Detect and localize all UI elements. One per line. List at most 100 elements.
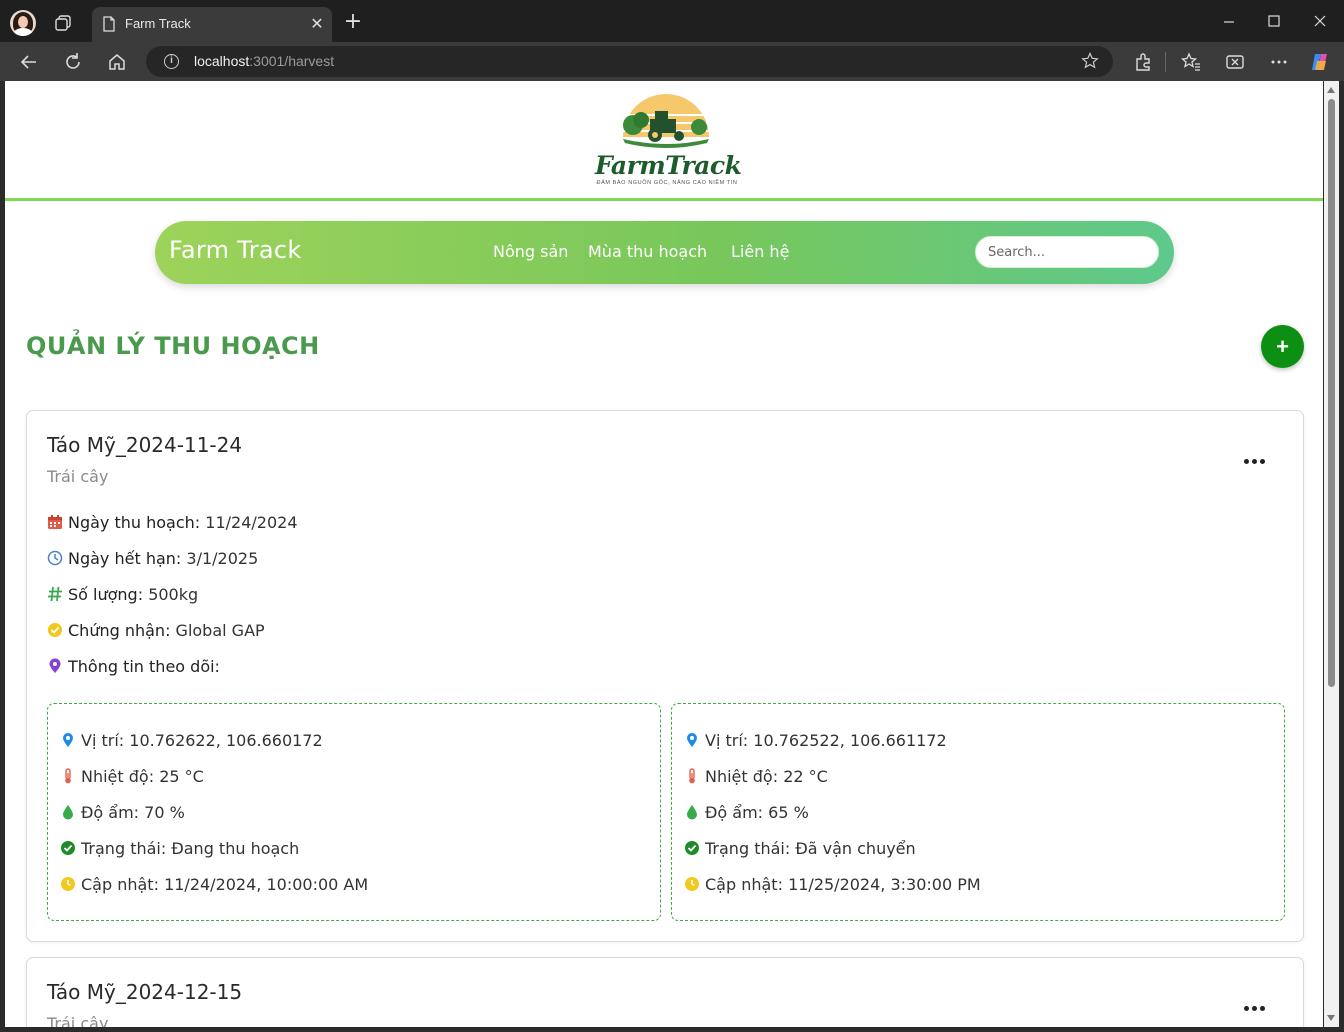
updated-value: 11/25/2024, 3:30:00 PM: [788, 875, 981, 894]
map-pin-icon: [49, 658, 61, 673]
browser-titlebar: Farm Track ✕ +: [0, 0, 1344, 42]
workspaces-icon[interactable]: [54, 14, 72, 32]
updated-value: 11/24/2024, 10:00:00 AM: [164, 875, 369, 894]
updated-label: Cập nhật:: [81, 875, 159, 894]
harvest-name: Táo Mỹ_2024-11-24: [47, 433, 243, 457]
site-header: FarmTrack ĐẢM BẢO NGUỒN GỐC, NÂNG CAO NI…: [5, 81, 1323, 201]
tracking-label: Thông tin theo dõi:: [68, 657, 220, 676]
quantity-value: 500kg: [148, 585, 199, 604]
temperature-label: Nhiệt độ:: [81, 767, 155, 786]
more-menu-icon[interactable]: [1268, 51, 1290, 73]
url-host: localhost: [194, 53, 250, 69]
humidity-value: 70 %: [144, 803, 185, 822]
page-favicon-icon: [103, 16, 115, 32]
temperature-value: 25 °C: [159, 767, 204, 786]
update-clock-icon: [61, 877, 75, 891]
temperature-label: Nhiệt độ:: [705, 767, 779, 786]
refresh-icon[interactable]: [62, 51, 84, 73]
humidity-label: Độ ẩm:: [81, 803, 140, 822]
clock-icon: [47, 550, 63, 566]
more-options-icon[interactable]: [1243, 451, 1273, 471]
copilot-icon[interactable]: [1309, 51, 1331, 73]
location-label: Vị trí:: [81, 731, 125, 750]
favorite-star-icon[interactable]: [1081, 52, 1099, 70]
logo-emblem-icon: [622, 94, 710, 148]
location-value: 10.762622, 106.660172: [129, 731, 323, 750]
location-value: 10.762522, 106.661172: [753, 731, 947, 750]
harvest-date-label: Ngày thu hoạch:: [68, 513, 201, 532]
status-row: Trạng thái: Đang thu hoạch: [60, 839, 299, 858]
url-path: :3001/harvest: [249, 53, 335, 69]
humidity-label: Độ ẩm:: [705, 803, 764, 822]
thermometer-icon: [689, 768, 695, 784]
close-tab-icon[interactable]: ✕: [307, 14, 327, 34]
add-harvest-button[interactable]: +: [1261, 325, 1304, 368]
certification-row: Chứng nhận: Global GAP: [47, 621, 265, 640]
update-clock-icon: [685, 877, 699, 891]
farmtrack-logo[interactable]: FarmTrack ĐẢM BẢO NGUỒN GỐC, NÂNG CAO NI…: [595, 93, 745, 189]
harvest-date-value: 11/24/2024: [205, 513, 298, 532]
updated-row: Cập nhật: 11/24/2024, 10:00:00 AM: [60, 875, 368, 894]
search-input[interactable]: [975, 236, 1159, 268]
scroll-up-arrow-icon[interactable]: [1327, 87, 1335, 93]
address-bar[interactable]: i localhost:3001/harvest: [146, 46, 1113, 77]
page-viewport: FarmTrack ĐẢM BẢO NGUỒN GỐC, NÂNG CAO NI…: [5, 81, 1323, 1027]
avatar-face: [18, 16, 28, 28]
page-scrollbar[interactable]: [1324, 81, 1339, 1027]
logo-tagline: ĐẢM BẢO NGUỒN GỐC, NÂNG CAO NIỀM TIN: [596, 180, 738, 186]
favorites-icon[interactable]: [1180, 51, 1202, 73]
humidity-value: 65 %: [768, 803, 809, 822]
water-drop-icon: [63, 805, 73, 820]
nav-link-nong-san[interactable]: Nông sản: [493, 242, 568, 261]
scroll-down-arrow-icon[interactable]: [1327, 1015, 1335, 1021]
updated-label: Cập nhật:: [705, 875, 783, 894]
location-pin-icon: [687, 733, 697, 747]
temperature-row: Nhiệt độ: 22 °C: [684, 767, 828, 786]
url-text[interactable]: localhost:3001/harvest: [194, 53, 334, 69]
site-info-icon[interactable]: i: [164, 54, 179, 69]
water-drop-icon: [687, 805, 697, 820]
extensions-icon[interactable]: [1132, 51, 1154, 73]
scroll-thumb[interactable]: [1328, 99, 1335, 687]
location-row: Vị trí: 10.762522, 106.661172: [684, 731, 947, 750]
nav-link-lien-he[interactable]: Liên hệ: [731, 242, 789, 261]
status-label: Trạng thái:: [705, 839, 791, 858]
tracking-box: Vị trí: 10.762622, 106.660172 Nhiệt độ: …: [47, 703, 661, 921]
check-circle-icon: [48, 623, 62, 637]
home-icon[interactable]: [106, 51, 128, 73]
screenshot-icon[interactable]: [1224, 51, 1246, 73]
certification-label: Chứng nhận:: [68, 621, 171, 640]
humidity-row: Độ ẩm: 70 %: [60, 803, 185, 822]
profile-avatar[interactable]: [10, 10, 36, 36]
maximize-icon[interactable]: [1259, 8, 1289, 34]
logo-wordmark: FarmTrack: [595, 151, 742, 180]
close-window-icon[interactable]: [1305, 8, 1335, 34]
tracking-header-row: Thông tin theo dõi:: [47, 657, 220, 676]
location-label: Vị trí:: [705, 731, 749, 750]
back-icon[interactable]: [18, 51, 40, 73]
quantity-row: Số lượng: 500kg: [47, 585, 198, 604]
quantity-label: Số lượng:: [68, 585, 144, 604]
avatar-shirt: [14, 28, 32, 36]
harvest-category: Trái cây: [47, 467, 109, 486]
nav-brand[interactable]: Farm Track: [169, 236, 302, 264]
tab-title: Farm Track: [125, 16, 191, 31]
minimize-icon[interactable]: [1214, 8, 1244, 34]
status-value: Đang thu hoạch: [171, 839, 300, 858]
new-tab-icon[interactable]: +: [342, 11, 364, 33]
more-options-icon[interactable]: [1243, 998, 1273, 1018]
status-value: Đã vận chuyển: [795, 839, 916, 858]
certification-value: Global GAP: [175, 621, 265, 640]
harvest-name: Táo Mỹ_2024-12-15: [47, 980, 243, 1004]
nav-link-mua-thu-hoach[interactable]: Mùa thu hoạch: [588, 242, 707, 261]
temperature-value: 22 °C: [783, 767, 828, 786]
status-row: Trạng thái: Đã vận chuyển: [684, 839, 916, 858]
hashtag-icon: [48, 586, 62, 602]
updated-row: Cập nhật: 11/25/2024, 3:30:00 PM: [684, 875, 981, 894]
location-pin-icon: [63, 733, 73, 747]
browser-toolbar: i localhost:3001/harvest: [0, 42, 1344, 81]
browser-tab-active[interactable]: Farm Track ✕: [92, 7, 332, 42]
page-title: QUẢN LÝ THU HOẠCH: [26, 332, 320, 360]
main-navbar: Farm Track Nông sản Mùa thu hoạch Liên h…: [155, 221, 1174, 284]
calendar-icon: [48, 515, 62, 529]
